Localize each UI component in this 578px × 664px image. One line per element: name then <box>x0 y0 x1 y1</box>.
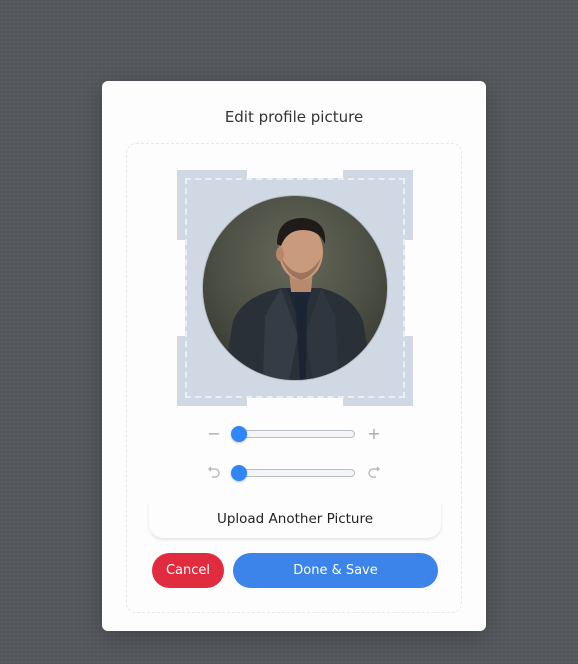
upload-another-picture-button[interactable]: Upload Another Picture <box>149 502 441 538</box>
rotate-slider-thumb[interactable] <box>231 465 247 481</box>
profile-photo-preview[interactable] <box>203 196 387 380</box>
done-and-save-button[interactable]: Done & Save <box>233 553 438 588</box>
edit-profile-picture-dialog: Edit profile picture − + Upload Another … <box>102 81 486 631</box>
plus-icon[interactable]: + <box>363 424 385 444</box>
rotate-control <box>127 463 461 483</box>
crop-edge-mask <box>177 240 185 336</box>
zoom-slider-thumb[interactable] <box>231 426 247 442</box>
dialog-title: Edit profile picture <box>224 108 364 126</box>
rotate-right-icon[interactable] <box>363 463 385 483</box>
zoom-slider[interactable] <box>231 426 355 442</box>
cancel-button[interactable]: Cancel <box>152 553 224 588</box>
crop-edge-mask <box>247 170 343 178</box>
crop-edge-mask <box>405 240 413 336</box>
zoom-control: − + <box>127 424 461 444</box>
profile-photo-image <box>203 196 387 380</box>
minus-icon[interactable]: − <box>203 424 225 444</box>
rotate-slider[interactable] <box>231 465 355 481</box>
rotate-left-icon[interactable] <box>203 463 225 483</box>
crop-area[interactable] <box>177 170 413 406</box>
cropper-panel: − + Upload Another Picture Cancel Done &… <box>126 143 462 613</box>
crop-edge-mask <box>247 398 343 406</box>
